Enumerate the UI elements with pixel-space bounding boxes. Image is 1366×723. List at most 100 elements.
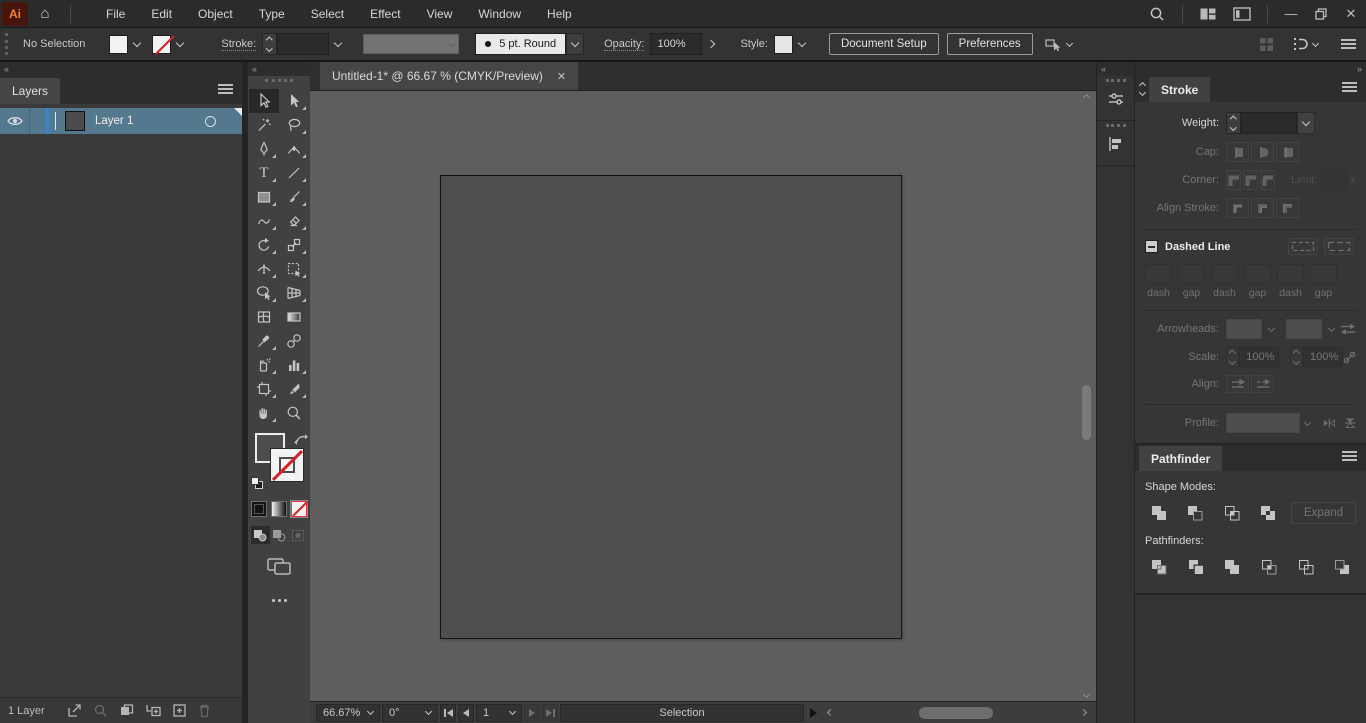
tool-paintbrush[interactable] bbox=[279, 185, 309, 209]
canvas[interactable] bbox=[310, 91, 1096, 701]
tool-line-segment[interactable] bbox=[279, 161, 309, 185]
dashed-line-checkbox[interactable] bbox=[1145, 240, 1158, 253]
scroll-right-arrow[interactable] bbox=[1076, 705, 1090, 721]
tool-rectangle[interactable] bbox=[249, 185, 279, 209]
tool-type[interactable]: T bbox=[249, 161, 279, 185]
style-dropdown[interactable] bbox=[793, 33, 811, 55]
layers-panel-menu-icon[interactable] bbox=[218, 82, 233, 96]
width-profile-select[interactable] bbox=[363, 34, 460, 54]
tool-curvature[interactable] bbox=[279, 137, 309, 161]
tool-zoom[interactable] bbox=[279, 401, 309, 425]
artboard-number-select[interactable]: 1 bbox=[476, 703, 522, 722]
tool-scale[interactable] bbox=[279, 233, 309, 257]
divide-button[interactable] bbox=[1145, 555, 1173, 579]
layer-target-icon[interactable] bbox=[205, 115, 216, 127]
scroll-down-arrow[interactable] bbox=[1080, 688, 1093, 701]
tool-column-graph[interactable] bbox=[279, 353, 309, 377]
new-layer-icon[interactable] bbox=[172, 703, 187, 718]
tool-direct-selection[interactable] bbox=[279, 89, 309, 113]
tool-blend[interactable] bbox=[279, 329, 309, 353]
tool-slice[interactable] bbox=[279, 377, 309, 401]
stroke-panel-menu-icon[interactable] bbox=[1342, 80, 1357, 94]
tool-shaper[interactable] bbox=[249, 209, 279, 233]
menu-help[interactable]: Help bbox=[534, 0, 585, 28]
scroll-up-arrow[interactable] bbox=[1080, 91, 1093, 104]
stroke-weight-field[interactable] bbox=[277, 33, 330, 55]
opacity-field[interactable]: 100% bbox=[650, 33, 703, 55]
opacity-label[interactable]: Opacity: bbox=[604, 38, 645, 51]
preferences-button[interactable]: Preferences bbox=[946, 33, 1033, 55]
panel-grip[interactable] bbox=[5, 33, 9, 55]
tool-magic-wand[interactable] bbox=[249, 113, 279, 137]
menu-object[interactable]: Object bbox=[185, 0, 246, 28]
tool-artboard[interactable] bbox=[249, 377, 279, 401]
outline-button[interactable] bbox=[1292, 555, 1320, 579]
pathfinder-panel-menu-icon[interactable] bbox=[1342, 449, 1357, 463]
merge-button[interactable] bbox=[1218, 555, 1246, 579]
unite-button[interactable] bbox=[1145, 501, 1173, 525]
tool-selection[interactable] bbox=[249, 89, 279, 113]
minus-front-button[interactable] bbox=[1182, 501, 1210, 525]
none-button[interactable] bbox=[290, 500, 308, 518]
layer-visibility-toggle[interactable] bbox=[0, 108, 30, 134]
brush-dropdown[interactable] bbox=[566, 33, 585, 55]
restore-button[interactable] bbox=[1306, 0, 1336, 28]
align-dock-button[interactable] bbox=[1097, 124, 1134, 166]
tool-pen[interactable] bbox=[249, 137, 279, 161]
control-panel-menu-icon[interactable] bbox=[1341, 37, 1356, 51]
intersect-button[interactable] bbox=[1218, 501, 1246, 525]
crop-button[interactable] bbox=[1255, 555, 1283, 579]
fill-color-dropdown[interactable] bbox=[128, 33, 146, 55]
horizontal-scrollbar[interactable] bbox=[839, 705, 1074, 721]
tab-pathfinder[interactable]: Pathfinder bbox=[1139, 446, 1223, 471]
new-sublayer-icon[interactable] bbox=[145, 703, 161, 718]
close-button[interactable]: ✕ bbox=[1336, 0, 1366, 28]
collapse-toolbar-icon[interactable]: « bbox=[252, 64, 257, 74]
document-arrangement-icon[interactable] bbox=[1283, 30, 1327, 58]
tool-eraser[interactable] bbox=[279, 209, 309, 233]
stroke-weight-label[interactable]: Stroke: bbox=[221, 38, 257, 51]
weight-stepper[interactable] bbox=[1226, 112, 1241, 134]
expand-dock-icon[interactable]: « bbox=[1101, 64, 1106, 74]
horizontal-scroll-thumb[interactable] bbox=[918, 706, 993, 719]
tool-perspective-grid[interactable] bbox=[279, 281, 309, 305]
minimize-button[interactable]: — bbox=[1276, 0, 1306, 28]
document-tab[interactable]: Untitled-1* @ 66.67 % (CMYK/Preview) ✕ bbox=[320, 62, 579, 90]
color-button[interactable] bbox=[251, 501, 267, 517]
brush-definition-select[interactable]: 5 pt. Round bbox=[475, 33, 567, 55]
menu-view[interactable]: View bbox=[414, 0, 466, 28]
stroke-weight-dropdown[interactable] bbox=[329, 33, 347, 55]
tool-shape-builder[interactable] bbox=[249, 281, 279, 305]
tab-stroke[interactable]: Stroke bbox=[1149, 77, 1211, 102]
tool-symbol-sprayer[interactable] bbox=[249, 353, 279, 377]
arrange-documents-icon[interactable] bbox=[1191, 0, 1225, 28]
draw-behind-button[interactable] bbox=[270, 526, 289, 544]
status-tool-indicator[interactable]: Selection bbox=[560, 703, 804, 722]
collapse-dock-icon[interactable]: » bbox=[1357, 64, 1362, 74]
illustrator-logo-icon[interactable]: Ai bbox=[2, 1, 28, 26]
stroke-weight-stepper[interactable] bbox=[262, 33, 278, 55]
layer-thumbnail[interactable] bbox=[65, 111, 85, 131]
stroke-swatch[interactable] bbox=[270, 448, 304, 482]
document-setup-button[interactable]: Document Setup bbox=[828, 33, 939, 55]
style-swatch[interactable] bbox=[773, 34, 793, 54]
panel-collapse-icon[interactable] bbox=[1138, 81, 1147, 97]
tool-width[interactable] bbox=[249, 257, 279, 281]
change-screen-mode-icon[interactable] bbox=[266, 556, 292, 581]
gradient-button[interactable] bbox=[271, 501, 287, 517]
fill-color-swatch[interactable] bbox=[109, 34, 129, 54]
layer-name[interactable]: Layer 1 bbox=[95, 115, 133, 127]
weight-field[interactable] bbox=[1241, 112, 1297, 134]
collapse-panel-icon[interactable]: « bbox=[4, 64, 9, 74]
tool-mesh[interactable] bbox=[249, 305, 279, 329]
exclude-button[interactable] bbox=[1255, 501, 1283, 525]
trim-button[interactable] bbox=[1182, 555, 1210, 579]
tool-rotate[interactable] bbox=[249, 233, 279, 257]
stroke-color-swatch[interactable] bbox=[152, 34, 172, 54]
vertical-scroll-thumb[interactable] bbox=[1082, 385, 1091, 440]
menu-type[interactable]: Type bbox=[246, 0, 298, 28]
make-clipping-mask-icon[interactable] bbox=[119, 703, 134, 718]
menu-file[interactable]: File bbox=[93, 0, 138, 28]
status-expand-icon[interactable] bbox=[810, 707, 817, 718]
menu-edit[interactable]: Edit bbox=[138, 0, 185, 28]
